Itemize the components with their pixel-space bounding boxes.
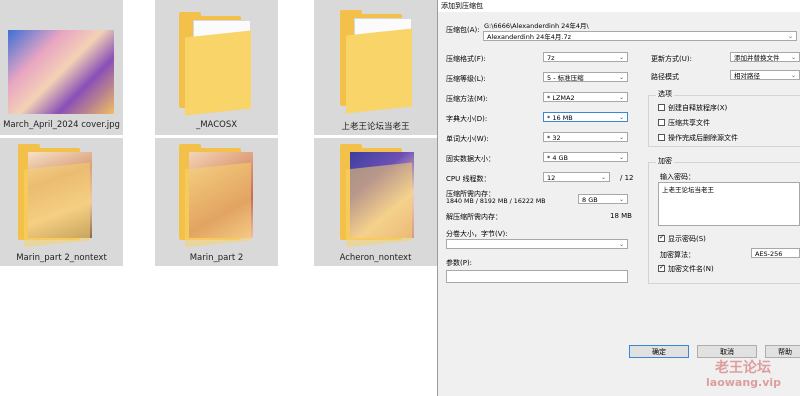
path-select[interactable]: 相对路径 ⌄ <box>730 70 800 80</box>
archive-name-combo[interactable]: Alexanderdinh 24年4月.7z ⌄ <box>483 31 797 41</box>
watermark-url: laowang.vip <box>706 376 782 389</box>
chevron-down-icon: ⌄ <box>618 196 624 203</box>
format-value: 7z <box>547 54 555 62</box>
solid-label: 固实数据大小： <box>446 155 495 163</box>
file-item-cover[interactable]: March_April_2024 cover.jpg <box>0 0 123 135</box>
folder-item-macosx[interactable]: _MACOSX <box>155 0 278 135</box>
folder-name: Marin_part 2_nontext <box>16 253 107 263</box>
params-label: 参数(P): <box>446 259 473 267</box>
enc-method-value: AES-256 <box>755 250 783 258</box>
update-value: 添加并替换文件 <box>734 54 780 62</box>
file-explorer: March_April_2024 cover.jpg _MACOSX 上老王论坛… <box>0 0 437 396</box>
solid-select[interactable]: * 4 GB ⌄ <box>543 152 628 162</box>
level-label: 压缩等级(L): <box>446 75 486 83</box>
sfx-label: 创建自释放程序(X) <box>668 104 728 112</box>
archive-path: G:\6666\Alexanderdinh 24年4月\ <box>484 22 589 30</box>
sfx-checkbox[interactable] <box>658 104 665 111</box>
path-label: 路径模式 <box>651 73 679 81</box>
image-thumbnail <box>8 30 114 114</box>
chevron-down-icon: ⌄ <box>600 174 606 181</box>
decomp-label: 解压缩所需内存： <box>446 213 502 221</box>
dialog-titlebar: 添加到压缩包 <box>438 0 800 12</box>
password-input[interactable]: 上老王论坛当老王 <box>658 182 800 226</box>
folder-item-marin-nontext[interactable]: Marin_part 2_nontext <box>0 138 123 266</box>
cpu-total: / 12 <box>620 174 634 182</box>
split-label: 分卷大小，字节(V): <box>446 230 508 238</box>
enc-method-label: 加密算法： <box>660 251 695 259</box>
level-value: 5 - 标准压缩 <box>547 74 584 82</box>
word-value: * 32 <box>547 134 561 142</box>
format-select[interactable]: 7z ⌄ <box>543 52 628 62</box>
show-password-label: 显示密码(S) <box>668 235 706 243</box>
dict-label: 字典大小(D): <box>446 115 488 123</box>
folder-name: _MACOSX <box>195 120 238 130</box>
decomp-value: 18 MB <box>610 212 632 220</box>
options-title: 选项 <box>656 89 674 99</box>
encrypt-names-label: 加密文件名(N) <box>668 265 714 273</box>
chevron-down-icon: ⌄ <box>618 94 624 101</box>
dict-select[interactable]: * 16 MB ⌄ <box>543 112 628 122</box>
add-to-archive-dialog: 添加到压缩包 压缩包(A): G:\6666\Alexanderdinh 24年… <box>437 0 800 396</box>
chevron-down-icon: ⌄ <box>618 134 624 141</box>
cpu-select[interactable]: 12 ⌄ <box>543 172 610 182</box>
password-value: 上老王论坛当老王 <box>662 186 714 194</box>
folder-item-laowang[interactable]: 上老王论坛当老王 <box>314 0 437 135</box>
chevron-down-icon: ⌄ <box>790 54 796 61</box>
encrypt-names-checkbox[interactable] <box>658 263 665 272</box>
cpu-label: CPU 线程数： <box>446 175 491 183</box>
folder-item-marin[interactable]: Marin_part 2 <box>155 138 278 266</box>
update-label: 更新方式(U): <box>651 55 692 63</box>
folder-item-acheron[interactable]: Acheron_nontext <box>314 138 437 266</box>
chevron-down-icon: ⌄ <box>618 241 624 248</box>
method-value: * LZMA2 <box>547 94 575 102</box>
word-label: 单词大小(W): <box>446 135 489 143</box>
archive-name-value: Alexanderdinh 24年4月.7z <box>487 33 572 41</box>
cpu-value: 12 <box>547 174 556 182</box>
folder-name: 上老王论坛当老王 <box>341 122 410 132</box>
path-value: 相对路径 <box>734 72 760 80</box>
chevron-down-icon: ⌄ <box>618 54 624 61</box>
chevron-down-icon: ⌄ <box>790 72 796 79</box>
enc-method-select[interactable]: AES-256 <box>751 248 800 258</box>
word-select[interactable]: * 32 ⌄ <box>543 132 628 142</box>
delete-checkbox[interactable] <box>658 134 665 141</box>
split-select[interactable]: ⌄ <box>446 239 628 249</box>
mem-select-value: 8 GB <box>582 196 598 204</box>
params-input[interactable] <box>446 270 628 283</box>
archive-label: 压缩包(A): <box>446 26 480 34</box>
chevron-down-icon: ⌄ <box>787 33 793 40</box>
dict-value: * 16 MB <box>547 114 573 122</box>
show-password-checkbox[interactable] <box>658 233 665 242</box>
password-label: 输入密码： <box>660 173 695 181</box>
dialog-title: 添加到压缩包 <box>441 2 483 10</box>
mem-detail: 1840 MB / 8192 MB / 16222 MB <box>446 198 546 205</box>
folder-name: Marin_part 2 <box>189 253 244 263</box>
mem-select[interactable]: 8 GB ⌄ <box>578 194 628 204</box>
folder-name: Acheron_nontext <box>339 253 412 263</box>
update-select[interactable]: 添加并替换文件 ⌄ <box>730 52 800 62</box>
file-name: March_April_2024 cover.jpg <box>3 120 120 130</box>
shared-label: 压缩共享文件 <box>668 119 710 127</box>
chevron-down-icon: ⌄ <box>618 74 624 81</box>
level-select[interactable]: 5 - 标准压缩 ⌄ <box>543 72 628 82</box>
delete-label: 操作完成后删除源文件 <box>668 134 738 142</box>
method-select[interactable]: * LZMA2 ⌄ <box>543 92 628 102</box>
ok-button[interactable]: 确定 <box>629 345 689 358</box>
format-label: 压缩格式(F): <box>446 55 486 63</box>
watermark-text: 老王论坛 <box>715 360 771 376</box>
chevron-down-icon: ⌄ <box>618 154 624 161</box>
shared-checkbox[interactable] <box>658 119 665 126</box>
method-label: 压缩方法(M): <box>446 95 488 103</box>
encrypt-title: 加密 <box>656 156 674 166</box>
solid-value: * 4 GB <box>547 154 569 162</box>
chevron-down-icon: ⌄ <box>618 114 624 121</box>
